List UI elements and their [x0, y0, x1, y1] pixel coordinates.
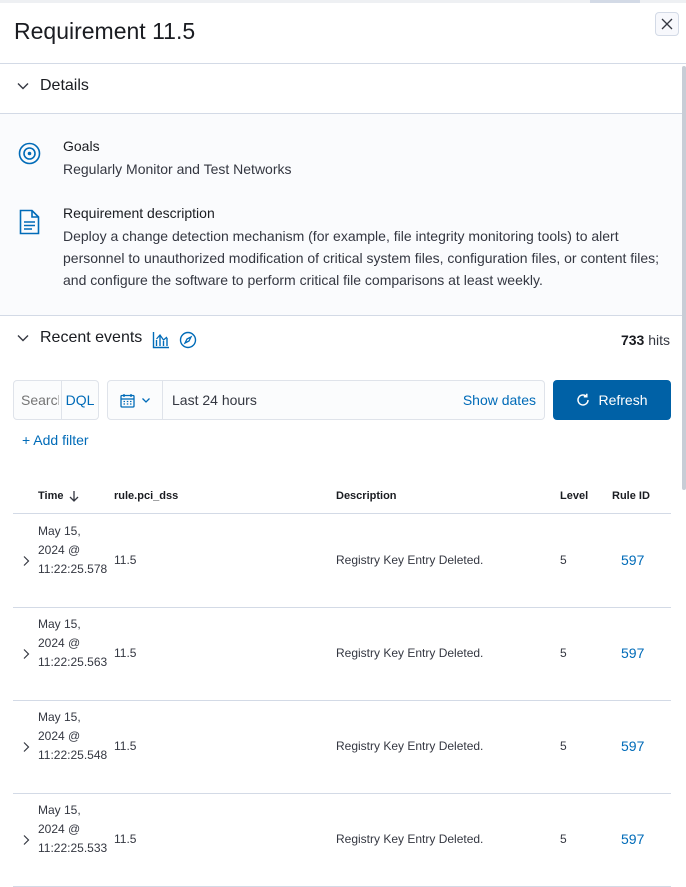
level-cell: 5 [560, 646, 567, 660]
hits-count: 733 hits [621, 332, 670, 348]
rule-id-link[interactable]: 597 [621, 831, 644, 847]
calendar-icon [119, 393, 135, 408]
description-cell: Registry Key Entry Deleted. [336, 553, 484, 567]
scrollbar[interactable] [682, 66, 686, 490]
description-cell: Registry Key Entry Deleted. [336, 832, 484, 846]
hits-label: hits [648, 332, 670, 348]
refresh-button[interactable]: Refresh [553, 380, 671, 420]
time-cell: May 15, 2024 @ 11:22:25.563 [38, 617, 108, 669]
time-cell: May 15, 2024 @ 11:22:25.548 [38, 710, 108, 762]
description-value: Deploy a change detection mechanism (for… [63, 228, 660, 288]
expand-row-icon[interactable] [21, 834, 31, 846]
pci-dss-cell: 11.5 [114, 739, 137, 753]
time-cell: May 15, 2024 @ 11:22:25.578 [38, 524, 108, 576]
sort-descending-icon [70, 491, 79, 502]
top-border [0, 0, 686, 3]
rule-id-link[interactable]: 597 [621, 738, 644, 754]
pci-dss-cell: 11.5 [114, 832, 137, 846]
divider [0, 63, 686, 64]
expand-row-icon[interactable] [21, 555, 31, 567]
search-bar: DQL [13, 380, 99, 420]
column-header-level[interactable]: Level [560, 490, 588, 502]
search-input[interactable] [14, 381, 61, 419]
level-cell: 5 [560, 553, 567, 567]
description-cell: Registry Key Entry Deleted. [336, 739, 484, 753]
goals-value: Regularly Monitor and Test Networks [63, 161, 292, 177]
rule-id-link[interactable]: 597 [621, 552, 644, 568]
document-icon [19, 209, 40, 240]
description-cell: Registry Key Entry Deleted. [336, 646, 484, 660]
query-language-button[interactable]: DQL [61, 381, 98, 419]
refresh-label: Refresh [598, 392, 648, 408]
expand-row-icon[interactable] [21, 741, 31, 753]
divider [0, 315, 686, 316]
time-cell: May 15, 2024 @ 11:22:25.533 [38, 803, 108, 855]
table-row[interactable]: May 15, 2024 @ 11:22:25.548 11.5 Registr… [13, 700, 671, 794]
pci-dss-cell: 11.5 [114, 646, 137, 660]
chevron-down-icon [17, 83, 29, 90]
date-range-text[interactable]: Last 24 hours [172, 392, 463, 408]
table-row[interactable]: May 15, 2024 @ 11:22:25.578 11.5 Registr… [13, 514, 671, 608]
table-row[interactable]: May 15, 2024 @ 11:22:25.533 11.5 Registr… [13, 793, 671, 887]
level-cell: 5 [560, 832, 567, 846]
flyout-title: Requirement 11.5 [14, 18, 196, 44]
expand-row-icon[interactable] [21, 648, 31, 660]
column-header-description[interactable]: Description [336, 490, 397, 502]
date-picker: Last 24 hours Show dates [107, 380, 545, 420]
top-border-segment [590, 0, 640, 3]
close-button[interactable] [655, 12, 679, 36]
hits-number: 733 [620, 332, 645, 348]
chevron-down-icon [17, 335, 29, 342]
refresh-icon [577, 393, 590, 406]
chevron-down-icon [141, 398, 150, 403]
column-header-label: Time [38, 490, 64, 502]
pci-dss-cell: 11.5 [114, 553, 137, 567]
column-header-pci-dss[interactable]: rule.pci_dss [114, 490, 178, 502]
recent-events-heading: Recent events [40, 329, 143, 346]
column-header-time[interactable]: Time [38, 490, 79, 502]
goals-label: Goals [63, 138, 100, 154]
level-cell: 5 [560, 739, 567, 753]
details-toggle[interactable]: Details [16, 77, 89, 95]
rule-id-link[interactable]: 597 [621, 645, 644, 661]
date-quick-menu-button[interactable] [108, 381, 163, 419]
description-label: Requirement description [63, 205, 215, 221]
close-icon [661, 18, 673, 30]
show-dates-link[interactable]: Show dates [463, 392, 536, 408]
add-filter-link[interactable]: + Add filter [22, 432, 89, 448]
recent-events-toggle[interactable]: Recent events [16, 329, 142, 347]
visualize-icon[interactable] [152, 331, 170, 354]
discover-compass-icon[interactable] [179, 331, 197, 354]
column-header-rule-id[interactable]: Rule ID [612, 490, 650, 502]
target-icon [18, 142, 41, 170]
table-row[interactable]: May 15, 2024 @ 11:22:25.563 11.5 Registr… [13, 607, 671, 701]
details-heading: Details [40, 77, 89, 94]
